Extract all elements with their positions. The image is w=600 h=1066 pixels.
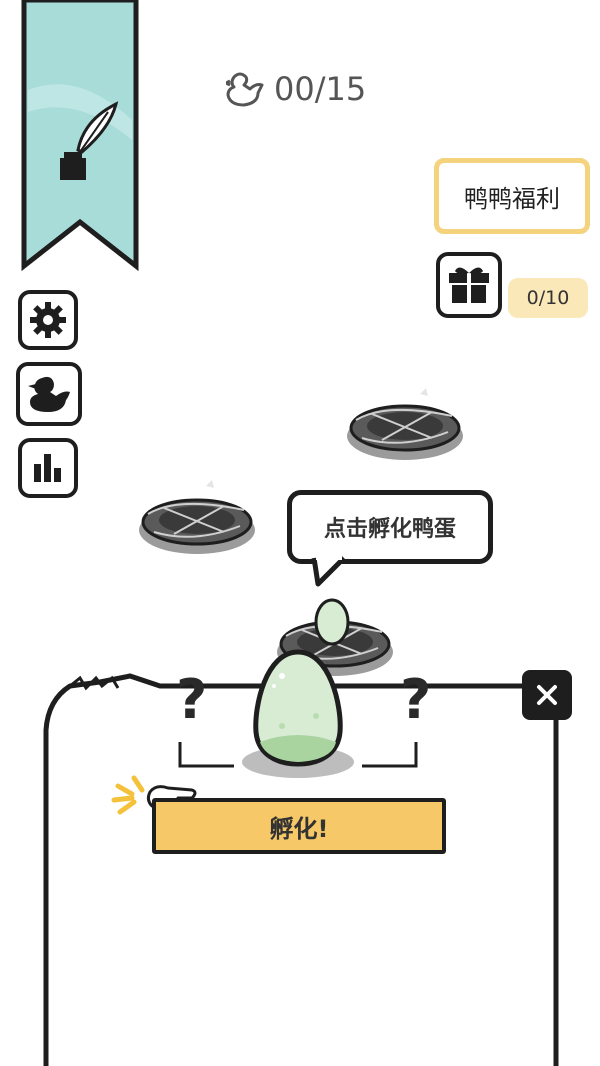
duck-counter: 00/15 (226, 70, 366, 108)
duck-collection-button[interactable] (16, 362, 82, 426)
close-button[interactable] (522, 670, 572, 720)
nest-middle-left (139, 480, 255, 554)
gift-button[interactable] (436, 252, 502, 318)
large-egg[interactable] (238, 646, 358, 786)
duck-welfare-button[interactable]: 鸭鸭福利 (434, 158, 590, 234)
duck-icon (28, 376, 70, 412)
hint-text: 点击孵化鸭蛋 (323, 517, 456, 542)
hint-bubble-tail (311, 556, 346, 587)
hatch-button[interactable]: 孵化! (152, 798, 446, 854)
unknown-duck-right: ? (400, 668, 432, 731)
hatch-button-label: 孵化! (269, 814, 329, 843)
duck-count: 00/15 (274, 70, 367, 108)
hint-bubble: 点击孵化鸭蛋 (287, 490, 493, 564)
gift-icon (449, 267, 489, 303)
nest-top-right (347, 388, 463, 460)
stats-button[interactable] (18, 438, 78, 498)
gift-progress: 0/10 (508, 278, 588, 318)
gear-icon (30, 302, 66, 338)
duck-welfare-label: 鸭鸭福利 (464, 184, 560, 213)
duck-outline-icon (226, 72, 264, 107)
close-icon (537, 685, 557, 705)
bar-chart-icon (34, 454, 61, 482)
bookmark-banner[interactable] (18, 0, 144, 272)
unknown-duck-left: ? (176, 668, 208, 731)
settings-button[interactable] (18, 290, 78, 350)
